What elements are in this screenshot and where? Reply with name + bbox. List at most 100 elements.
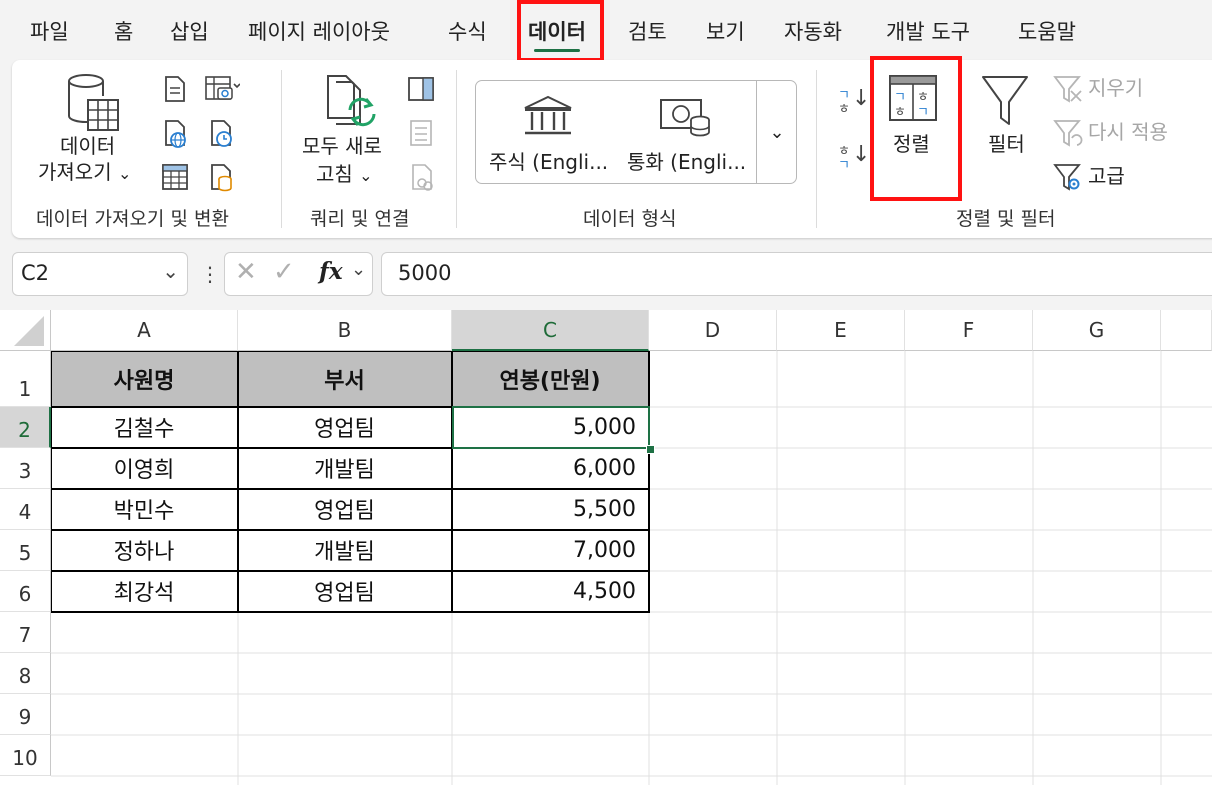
from-web-icon[interactable]	[160, 118, 190, 150]
tab-automate[interactable]: 자동화	[784, 14, 842, 50]
cancel-icon[interactable]: ✕	[235, 257, 257, 287]
queries-connections-icon[interactable]	[406, 74, 436, 104]
tab-help[interactable]: 도움말	[1018, 14, 1076, 50]
group-label-sort-filter: 정렬 및 필터	[956, 208, 1056, 230]
table-cell-name[interactable]: 최강석	[51, 571, 238, 612]
reapply-label: 다시 적용	[1088, 120, 1168, 144]
row-header-8[interactable]: 8	[0, 653, 51, 694]
refresh-all-label-2: 고침 ⌄	[316, 162, 373, 186]
column-header-h[interactable]	[1161, 310, 1212, 351]
column-header-b[interactable]: B	[238, 310, 452, 351]
row-header-3[interactable]: 3	[0, 448, 51, 489]
group-separator	[456, 70, 457, 228]
sort-desc-glyph-bottom: ㄱ	[838, 158, 850, 173]
database-table-icon	[67, 74, 119, 131]
table-cell-dept[interactable]: 영업팀	[238, 489, 452, 530]
arrow-down-icon: ↓	[852, 142, 871, 167]
clear-filter-button[interactable]: 지우기	[1052, 74, 1212, 104]
reapply-filter-button[interactable]: 다시 적용	[1052, 118, 1212, 148]
table-cell-dept[interactable]: 영업팀	[238, 571, 452, 612]
filter-label: 필터	[988, 132, 1025, 156]
chevron-down-icon[interactable]: ⌄	[162, 259, 179, 283]
advanced-filter-button[interactable]: 고급	[1052, 162, 1212, 192]
ribbon: 데이터 가져오기 ⌄ 데이터 가져오기 및 변환 모두 새로 고침 ⌄ 쿼리 및…	[12, 56, 1212, 238]
chevron-down-icon[interactable]: ⌄	[351, 259, 366, 280]
sort-ascending-button[interactable]: ㄱ ㅎ ↓	[836, 84, 870, 120]
svg-text:ㅎ: ㅎ	[917, 90, 929, 105]
row-header-7[interactable]: 7	[0, 612, 51, 653]
formula-input[interactable]: 5000	[381, 252, 1212, 296]
from-table-range-icon[interactable]	[160, 162, 190, 194]
column-header-c[interactable]: C	[452, 310, 649, 351]
table-cell-salary[interactable]: 7,000	[452, 530, 649, 571]
arrow-down-icon: ↓	[852, 86, 871, 111]
tab-file[interactable]: 파일	[30, 14, 69, 50]
table-header-cell[interactable]: 연봉(만원)	[452, 351, 649, 407]
tab-home[interactable]: 홈	[114, 14, 133, 50]
row-header-5[interactable]: 5	[0, 530, 51, 571]
column-header-e[interactable]: E	[777, 310, 905, 351]
group-separator	[816, 70, 817, 228]
tab-data[interactable]: 데이터	[528, 14, 586, 52]
table-header-cell[interactable]: 부서	[238, 351, 452, 407]
svg-text:ㅎ: ㅎ	[894, 105, 906, 120]
chevron-down-icon: ⌄	[117, 164, 132, 183]
from-picture-icon[interactable]	[204, 74, 240, 104]
table-cell-name[interactable]: 이영희	[51, 448, 238, 489]
name-box[interactable]: C2 ⌄	[12, 252, 188, 296]
table-cell-dept[interactable]: 개발팀	[238, 448, 452, 489]
column-header-a[interactable]: A	[51, 310, 238, 351]
table-cell-dept[interactable]: 개발팀	[238, 530, 452, 571]
table-cell-name[interactable]: 박민수	[51, 489, 238, 530]
tab-view[interactable]: 보기	[706, 14, 745, 50]
row-header-6[interactable]: 6	[0, 571, 51, 612]
tab-review[interactable]: 검토	[628, 14, 667, 50]
formula-bar: C2 ⌄ ⋮ ✕ ✓ fx ⌄ 5000	[0, 248, 1212, 304]
row-header-2[interactable]: 2	[0, 407, 51, 448]
sort-label: 정렬	[893, 132, 930, 156]
table-cell-salary[interactable]: 5,500	[452, 489, 649, 530]
get-data-label-2: 가져오기 ⌄	[38, 160, 132, 184]
existing-connections-icon[interactable]	[206, 162, 236, 194]
sort-descending-button[interactable]: ㅎ ㄱ ↓	[836, 140, 870, 176]
table-cell-name[interactable]: 정하나	[51, 530, 238, 571]
row-header-10[interactable]: 10	[0, 735, 51, 776]
from-text-icon[interactable]	[160, 74, 190, 104]
tab-formulas[interactable]: 수식	[448, 14, 487, 50]
group-label-data-types: 데이터 형식	[583, 208, 677, 230]
row-header-1[interactable]: 1	[0, 351, 51, 407]
gallery-expand-button[interactable]: ⌄	[756, 80, 797, 184]
edit-links-icon[interactable]	[408, 162, 436, 194]
column-header-d[interactable]: D	[649, 310, 777, 351]
properties-icon[interactable]	[408, 118, 434, 148]
expand-more-icon: ⌄	[769, 121, 785, 143]
formula-input-value: 5000	[398, 261, 452, 285]
row-header-4[interactable]: 4	[0, 489, 51, 530]
spreadsheet-grid: A B C D E F G 1 2 3 4 5 6 7 8 9 10 사원명 부…	[0, 310, 1212, 785]
table-cell-name[interactable]: 김철수	[51, 407, 238, 448]
enter-icon[interactable]: ✓	[273, 257, 295, 287]
table-cell-salary[interactable]: 6,000	[452, 448, 649, 489]
svg-text:ㄱ: ㄱ	[894, 90, 906, 105]
advanced-filter-icon	[1053, 164, 1081, 191]
insert-function-icon[interactable]: fx	[319, 258, 343, 285]
table-cell-salary[interactable]: 4,500	[452, 571, 649, 612]
fill-handle[interactable]	[646, 445, 655, 454]
tab-page-layout[interactable]: 페이지 레이아웃	[248, 14, 390, 50]
table-header-cell[interactable]: 사원명	[51, 351, 238, 407]
tab-developer[interactable]: 개발 도구	[886, 14, 970, 50]
stocks-label: 주식 (Engli...	[489, 150, 609, 174]
select-all-corner[interactable]	[0, 310, 51, 351]
filter-icon	[982, 76, 1028, 125]
recent-sources-icon[interactable]	[206, 118, 236, 150]
column-header-g[interactable]: G	[1033, 310, 1161, 351]
refresh-all-icon	[327, 75, 376, 127]
group-label-get-data: 데이터 가져오기 및 변환	[36, 208, 229, 230]
column-header-f[interactable]: F	[905, 310, 1033, 351]
chevron-down-icon: ⌄	[359, 166, 373, 185]
refresh-all-label: 모두 새로	[302, 134, 382, 158]
more-options-icon[interactable]: ⋮	[200, 262, 220, 286]
table-cell-dept[interactable]: 영업팀	[238, 407, 452, 448]
row-header-9[interactable]: 9	[0, 694, 51, 735]
tab-insert[interactable]: 삽입	[170, 14, 209, 50]
